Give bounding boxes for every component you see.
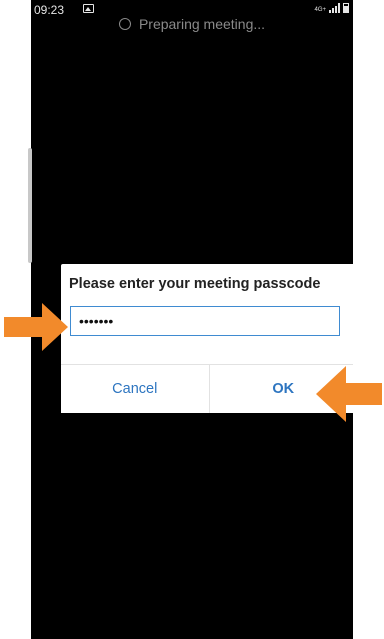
- dialog-buttons: Cancel OK: [61, 364, 353, 413]
- battery-icon: [343, 3, 349, 13]
- signal-icon: [329, 3, 340, 13]
- preparing-status: Preparing meeting...: [31, 16, 353, 32]
- arrow-right-icon: [4, 303, 68, 351]
- status-time: 09:23: [34, 3, 65, 17]
- cancel-button[interactable]: Cancel: [61, 365, 209, 413]
- network-label: 4G+: [314, 7, 326, 13]
- passcode-dialog: Please enter your meeting passcode Cance…: [61, 264, 353, 413]
- spinner-icon: [118, 18, 131, 30]
- image-icon: [83, 4, 94, 13]
- arrow-left-icon: [316, 366, 382, 422]
- preparing-text: Preparing meeting...: [138, 16, 266, 32]
- passcode-input[interactable]: [70, 306, 340, 336]
- phone-screen: 09:23 4G+ Preparing meeting... Please en…: [31, 0, 353, 639]
- status-right-group: 4G+: [314, 3, 349, 13]
- side-handle: [28, 148, 32, 263]
- dialog-title: Please enter your meeting passcode: [69, 276, 321, 292]
